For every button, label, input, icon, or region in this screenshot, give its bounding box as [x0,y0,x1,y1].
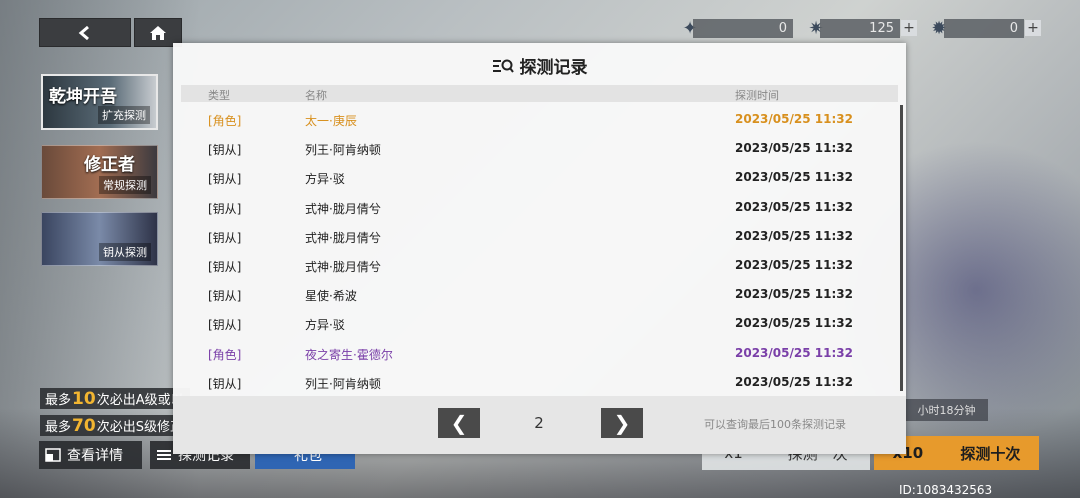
record-name: 夜之寄生·霍德尔 [305,347,393,362]
draw-ten-label: 探测十次 [960,444,1021,463]
banner-title: 乾坤开吾 [49,87,117,107]
list-icon [157,450,171,460]
record-name: 式神·胧月倩兮 [305,230,381,245]
prev-page-button[interactable]: ❮ [438,408,480,438]
info-number: 10 [72,388,96,409]
record-type: [钥从] [208,172,242,187]
table-row: [钥从] 式神·胧月倩兮 2023/05/25 11:32 [181,251,898,280]
page-number: 2 [534,414,544,432]
currency-crystal: 125 [820,19,900,38]
record-type: [钥从] [208,318,242,333]
record-type: [钥从] [208,143,242,158]
info-text: 次必出S级修正 [96,420,183,435]
banner-subtitle: 钥从探测 [99,243,151,261]
record-time: 2023/05/25 11:32 [735,287,853,302]
col-type-header: 类型 [208,89,230,102]
view-details-label: 查看详情 [67,448,123,464]
info-text: 最多 [45,393,72,408]
banner-expand-probe[interactable]: 乾坤开吾 扩充探测 [41,74,158,130]
guarantee-info-s: 最多 70 次必出S级修正 [40,415,190,436]
countdown-timer: 小时18分钟 [905,399,988,421]
record-type: [钥从] [208,289,242,304]
currency-ticket: 0 [693,19,793,38]
search-list-icon [492,59,514,73]
table-header: 类型 名称 探测时间 [181,85,898,102]
banner-key-probe[interactable]: 钥从探测 [41,212,158,266]
banner-subtitle: 常规探测 [99,176,151,194]
info-number: 70 [72,415,96,436]
record-limit-note: 可以查询最后100条探测记录 [704,418,846,431]
table-row: [钥从] 列王·阿肯纳顿 2023/05/25 11:32 [181,368,898,397]
record-list[interactable]: [角色] 太一·庚辰 2023/05/25 11:32 [钥从] 列王·阿肯纳顿 2023… [181,105,898,397]
record-time: 2023/05/25 11:32 [735,257,853,272]
record-type: [角色] [208,347,242,362]
info-text: 次必出A级或以 [96,393,184,408]
record-time: 2023/05/25 11:32 [735,374,853,389]
record-type: [钥从] [208,201,242,216]
user-id: ID:1083432563 [899,483,993,497]
banner-title: 修正者 [84,155,135,175]
record-time: 2023/05/25 11:32 [735,228,853,243]
table-row: [钥从] 星使·希波 2023/05/25 11:32 [181,280,898,309]
home-icon [150,25,166,40]
record-type: [角色] [208,114,242,128]
record-time: 2023/05/25 11:32 [735,141,853,156]
window-icon [45,448,61,462]
table-row: [角色] 夜之寄生·霍德尔 2023/05/25 11:32 [181,339,898,368]
back-button[interactable] [39,18,131,47]
record-name: 星使·希波 [305,289,357,304]
pagination: ❮ 2 ❯ 可以查询最后100条探测记录 [173,396,906,454]
dialog-title: 探测记录 [173,53,906,78]
guarantee-info-a: 最多 10 次必出A级或以 [40,388,190,409]
record-time: 2023/05/25 11:32 [735,112,853,126]
info-text: 最多 [45,420,72,435]
table-row: [角色] 太一·庚辰 2023/05/25 11:32 [181,105,898,134]
col-name-header: 名称 [305,89,327,102]
probe-record-dialog: 探测记录 类型 名称 探测时间 [角色] 太一·庚辰 2023/05/25 11:3… [173,43,906,454]
banner-regular-probe[interactable]: 修正者 常规探测 [41,145,158,199]
dialog-title-text: 探测记录 [519,58,588,78]
table-row: [钥从] 式神·胧月倩兮 2023/05/25 11:32 [181,222,898,251]
add-crystal-button[interactable]: + [901,20,917,36]
view-details-button[interactable]: 查看详情 [39,441,142,469]
col-time-header: 探测时间 [735,89,779,102]
add-gem-button[interactable]: + [1025,20,1041,36]
banner-subtitle: 扩充探测 [98,106,150,124]
record-name: 列王·阿肯纳顿 [305,143,381,158]
table-row: [钥从] 列王·阿肯纳顿 2023/05/25 11:32 [181,134,898,163]
currency-gem: 0 [944,19,1024,38]
record-time: 2023/05/25 11:32 [735,345,853,360]
record-name: 式神·胧月倩兮 [305,259,381,274]
table-row: [钥从] 式神·胧月倩兮 2023/05/25 11:32 [181,193,898,222]
record-type: [钥从] [208,259,242,274]
record-name: 式神·胧月倩兮 [305,201,381,216]
scrollbar[interactable] [900,105,903,391]
record-time: 2023/05/25 11:32 [735,170,853,185]
record-type: [钥从] [208,376,242,391]
record-name: 列王·阿肯纳顿 [305,376,381,391]
chevron-left-icon [78,25,89,40]
record-time: 2023/05/25 11:32 [735,316,853,331]
record-name: 方异·驳 [305,172,345,187]
record-name: 太一·庚辰 [305,114,357,128]
record-type: [钥从] [208,230,242,245]
record-time: 2023/05/25 11:32 [735,199,853,214]
table-row: [钥从] 方异·驳 2023/05/25 11:32 [181,163,898,192]
table-row: [钥从] 方异·驳 2023/05/25 11:32 [181,309,898,338]
next-page-button[interactable]: ❯ [601,408,643,438]
record-name: 方异·驳 [305,318,345,333]
